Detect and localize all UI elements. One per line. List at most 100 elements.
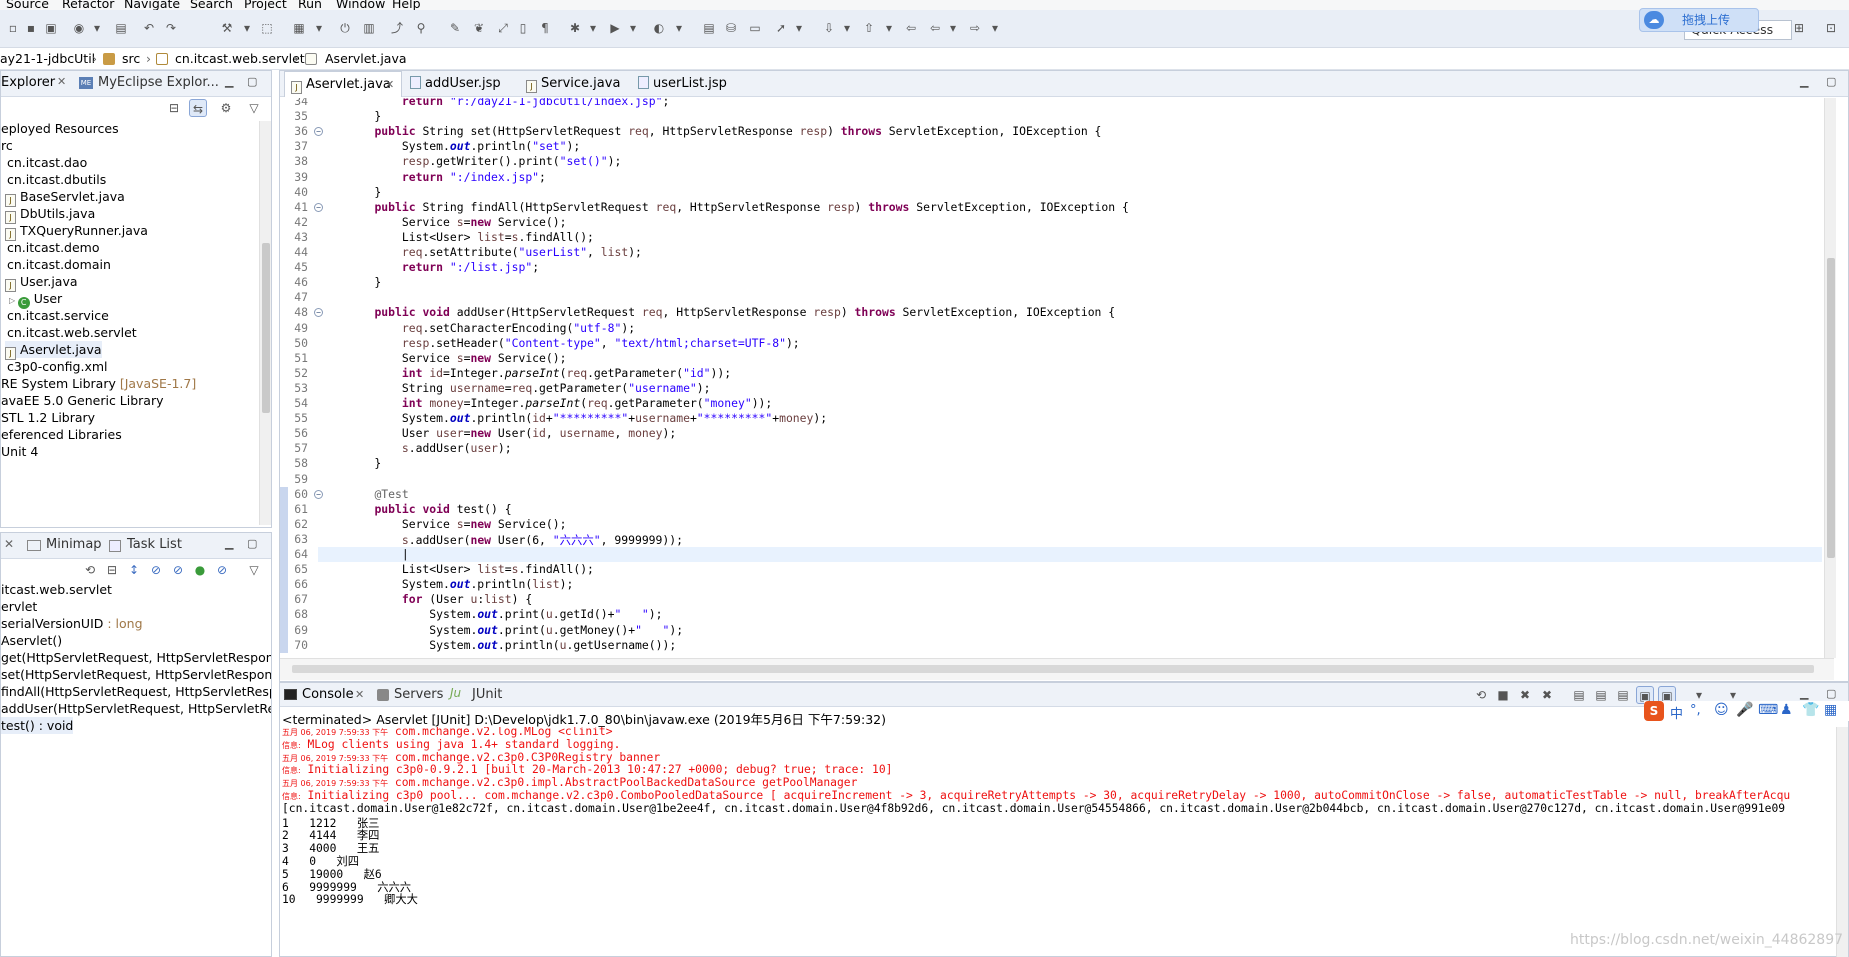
upload-widget[interactable]: ☁ 拖拽上传 — [1639, 8, 1759, 32]
tree-item[interactable]: cn.itcast.demo — [7, 239, 100, 256]
fold-toggle-icon[interactable]: − — [314, 489, 323, 499]
tab-servers[interactable]: Servers — [394, 687, 443, 702]
code-line[interactable]: Service s=new Service(); — [347, 517, 567, 531]
minimize-icon[interactable]: ▁ — [225, 75, 233, 88]
wand-icon[interactable]: ⤴ — [388, 19, 406, 37]
hide-nonpublic-icon[interactable]: ● — [191, 561, 209, 579]
editor-scrollbar[interactable] — [1824, 98, 1836, 658]
code-line[interactable]: User user=new User(id, username, money); — [347, 426, 676, 440]
filter-icon[interactable]: ⚙ — [217, 99, 235, 117]
tree-item[interactable]: Unit 4 — [1, 443, 38, 460]
outline-item[interactable]: serialVersionUID : long — [1, 615, 143, 632]
perspective-icon[interactable]: ⊞ — [1790, 19, 1808, 37]
tree-item[interactable]: avaEE 5.0 Generic Library — [1, 392, 164, 409]
undo-icon[interactable]: ↶ — [140, 19, 158, 37]
sync-icon[interactable]: ⟲ — [81, 561, 99, 579]
save-all-icon[interactable]: ▣ — [42, 19, 60, 37]
code-line[interactable]: Service s=new Service(); — [347, 351, 567, 365]
close-icon[interactable]: ✕ — [4, 537, 14, 551]
code-line[interactable]: System.out.print(u.getId()+" "); — [347, 607, 662, 621]
remove-launch-icon[interactable]: ✖ — [1516, 686, 1534, 704]
close-icon[interactable]: ✕ — [355, 688, 364, 701]
voice-icon[interactable]: 🎤 — [1736, 702, 1753, 718]
remove-all-icon[interactable]: ✖ — [1538, 686, 1556, 704]
open-type-icon[interactable]: ◉ — [70, 19, 88, 37]
database-icon[interactable]: ⛁ — [722, 19, 740, 37]
code-line[interactable]: | — [347, 547, 409, 561]
back-icon[interactable]: ⇦ — [926, 19, 944, 37]
outline-item[interactable]: get(HttpServletRequest, HttpServletRespo… — [1, 649, 271, 666]
outline-item[interactable]: ervlet — [1, 598, 37, 615]
forward-icon[interactable]: ⇨ — [966, 19, 984, 37]
dropdown-icon[interactable]: ▾ — [838, 19, 856, 37]
run-server-icon[interactable]: ⏻ — [336, 19, 354, 37]
tree-item[interactable]: J DbUtils.java — [5, 205, 95, 224]
tree-item[interactable]: cn.itcast.dbutils — [7, 171, 106, 188]
scroll-lock-icon[interactable]: ▤ — [1592, 686, 1610, 704]
redo-icon[interactable]: ↷ — [162, 19, 180, 37]
scrollbar-thumb[interactable] — [292, 665, 1814, 673]
pin-icon[interactable]: ⟲ — [1472, 686, 1490, 704]
scrollbar-thumb[interactable] — [1827, 258, 1835, 558]
menu-project[interactable]: Project — [244, 0, 287, 10]
code-area[interactable]: 34 return "r:/day21-1-jdbcUtil/index.jsp… — [280, 98, 1848, 658]
code-line[interactable]: return ":/list.jsp"; — [347, 260, 539, 274]
prev-annotation-icon[interactable]: ⇧ — [860, 19, 878, 37]
code-line[interactable]: public String findAll(HttpServletRequest… — [347, 200, 1128, 214]
terminate-icon[interactable]: ■ — [1494, 686, 1512, 704]
dropdown-icon[interactable]: ▾ — [310, 19, 328, 37]
tree-item[interactable]: cn.itcast.web.servlet — [7, 324, 137, 341]
pin-icon[interactable]: ⚲ — [412, 19, 430, 37]
select-icon[interactable]: ⬚ — [258, 19, 276, 37]
code-line[interactable]: } — [347, 456, 381, 470]
menu-window[interactable]: Window — [336, 0, 385, 10]
outline-item[interactable]: findAll(HttpServletRequest, HttpServletR… — [1, 683, 271, 700]
emoji-icon[interactable]: ☺ — [1714, 702, 1729, 718]
dropdown-icon[interactable]: ▾ — [670, 19, 688, 37]
dropdown-icon[interactable]: ▾ — [238, 19, 256, 37]
tree-item[interactable]: STL 1.2 Library — [1, 409, 95, 426]
code-line[interactable]: s.addUser(new User(6, "六六六", 9999999)); — [347, 532, 683, 548]
new-icon[interactable]: ▫ — [4, 19, 22, 37]
code-line[interactable]: req.setCharacterEncoding("utf-8"); — [347, 321, 635, 335]
dropdown-icon[interactable]: ▾ — [880, 19, 898, 37]
code-line[interactable]: System.out.print(u.getMoney()+" "); — [347, 623, 683, 637]
hide-fields-icon[interactable]: ⊘ — [147, 561, 165, 579]
dropdown-icon[interactable]: ▾ — [944, 19, 962, 37]
word-wrap-icon[interactable]: ▤ — [1614, 686, 1632, 704]
tree-item[interactable]: J User.java — [5, 273, 78, 292]
code-line[interactable]: System.out.println("set"); — [347, 139, 580, 153]
tree-item[interactable]: cn.itcast.service — [7, 307, 109, 324]
code-line[interactable]: System.out.println(id+"*********"+userna… — [347, 411, 827, 425]
tab-explorer[interactable]: Explorer — [1, 75, 55, 90]
grid-icon[interactable]: ▦ — [290, 19, 308, 37]
expand-icon[interactable]: ⤢ — [494, 19, 512, 37]
split-icon[interactable]: ▯ — [514, 19, 532, 37]
folder-icon[interactable]: ▭ — [746, 19, 764, 37]
code-line[interactable]: Service s=new Service(); — [347, 215, 567, 229]
code-line[interactable]: return "r:/day21-1-jdbcUtil/index.jsp"; — [347, 98, 669, 108]
code-line[interactable]: return ":/index.jsp"; — [347, 170, 546, 184]
pencil-icon[interactable]: ✎ — [446, 19, 464, 37]
tree-item[interactable]: ▷ C User — [9, 290, 62, 309]
keyboard-icon[interactable]: ⌨ — [1758, 702, 1778, 718]
code-line[interactable]: System.out.println(u.getUsername()); — [347, 638, 676, 652]
tree-item[interactable]: cn.itcast.domain — [7, 256, 111, 273]
outline-item[interactable]: test() : void — [1, 717, 74, 734]
fold-toggle-icon[interactable]: − — [314, 308, 323, 318]
scrollbar-thumb[interactable] — [262, 243, 270, 413]
code-line[interactable]: public String set(HttpServletRequest req… — [347, 124, 1101, 138]
tab-minimap[interactable]: Minimap — [46, 537, 102, 552]
outline-item[interactable]: Aservlet() — [1, 632, 62, 649]
coverage-icon[interactable]: ◐ — [650, 19, 668, 37]
pilcrow-icon[interactable]: ¶ — [536, 19, 554, 37]
code-line[interactable]: int id=Integer.parseInt(req.getParameter… — [347, 366, 731, 380]
tree-item[interactable]: J BaseServlet.java — [5, 188, 125, 207]
code-line[interactable]: String username=req.getParameter("userna… — [347, 381, 711, 395]
deploy-icon[interactable]: ➚ — [772, 19, 790, 37]
tab-adduser-jsp[interactable]: addUser.jsp — [404, 71, 514, 97]
menu-refactor[interactable]: Refactor — [62, 0, 114, 10]
console-output[interactable]: 五月 06, 2019 7:59:33 下午 com.mchange.v2.lo… — [282, 727, 1834, 956]
skin-icon[interactable]: 👕 — [1802, 702, 1819, 718]
breadcrumb-package[interactable]: cn.itcast.web.servlet — [175, 48, 305, 70]
